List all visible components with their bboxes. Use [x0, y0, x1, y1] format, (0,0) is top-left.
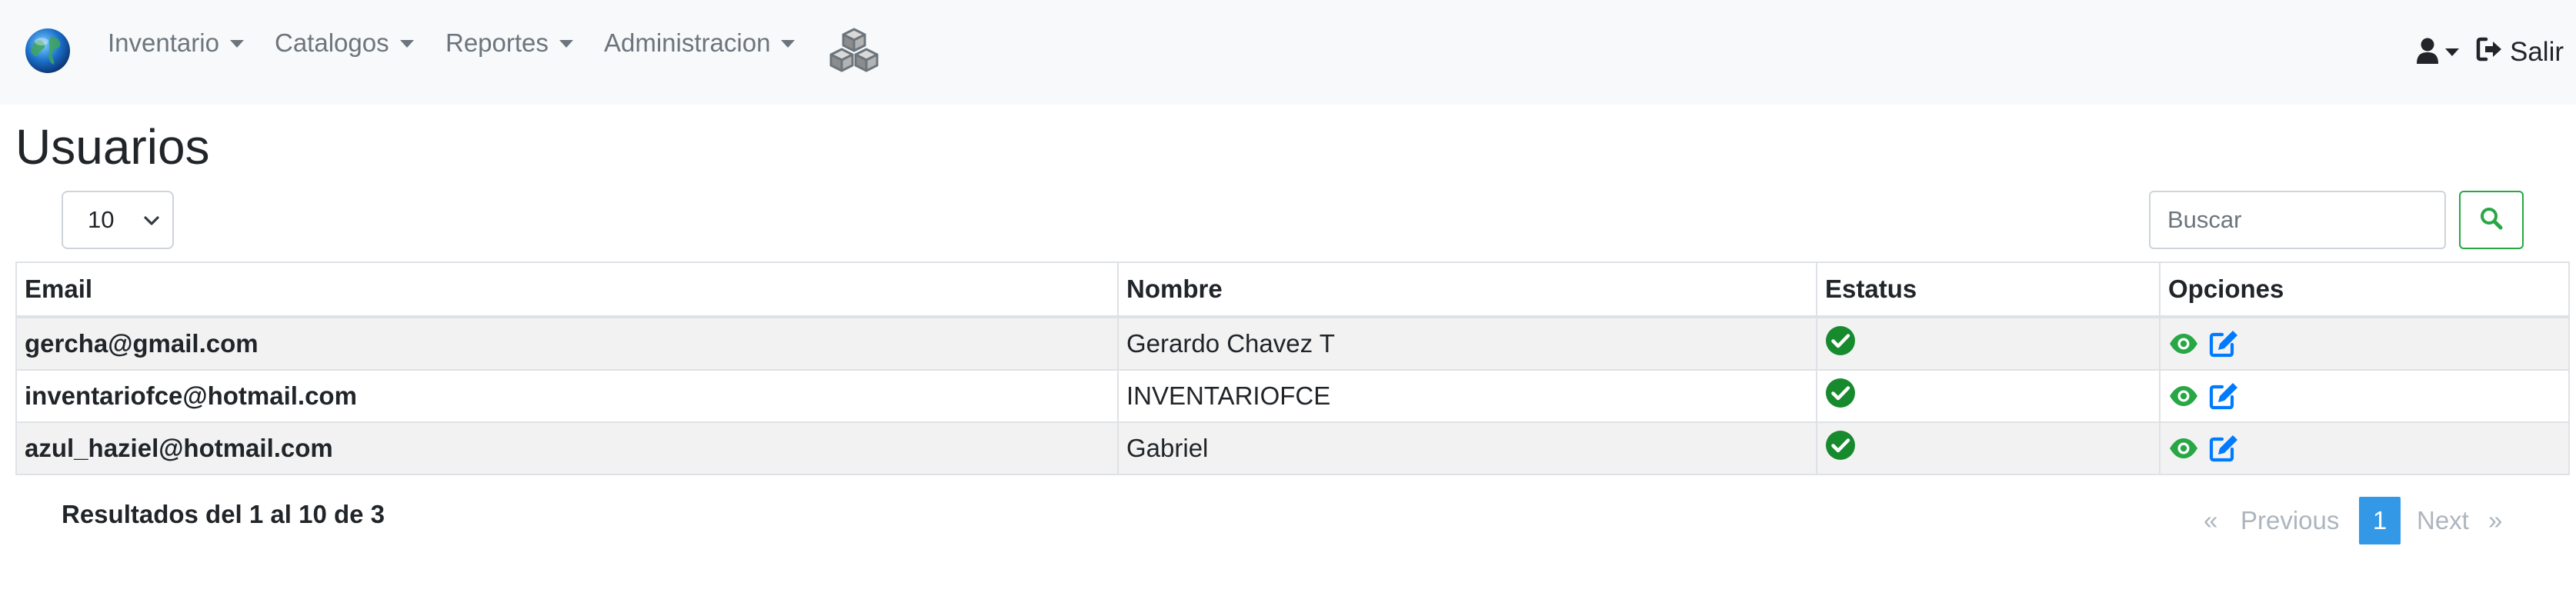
- caret-down-icon: [559, 40, 573, 48]
- globe-icon[interactable]: [23, 26, 72, 75]
- pagination-next-arrow[interactable]: »: [2488, 506, 2502, 535]
- cell-estatus: [1816, 421, 2161, 475]
- search-icon: [2479, 206, 2504, 235]
- nav-administracion-label: Administracion: [604, 28, 771, 57]
- cell-email: inventariofce@hotmail.com: [15, 369, 1119, 423]
- nav-inventario[interactable]: Inventario: [108, 25, 244, 62]
- sign-out-icon: [2476, 37, 2510, 68]
- boxes-icon[interactable]: [826, 26, 882, 75]
- edit-icon[interactable]: [2208, 329, 2239, 358]
- table-row: azul_haziel@hotmail.com Gabriel: [15, 421, 2570, 475]
- nav-reportes-label: Reportes: [445, 28, 549, 57]
- check-circle-icon: [1825, 431, 1856, 466]
- logout-label: Salir: [2510, 37, 2564, 67]
- navbar: Inventario Catalogos Reportes Administra…: [0, 0, 2576, 105]
- nav-catalogos-label: Catalogos: [275, 28, 389, 57]
- cell-email: azul_haziel@hotmail.com: [15, 421, 1119, 475]
- caret-down-icon: [781, 40, 796, 48]
- cell-estatus: [1816, 369, 2161, 423]
- header-opciones: Opciones: [2159, 261, 2570, 318]
- search-input[interactable]: [2149, 191, 2446, 249]
- table-row: inventariofce@hotmail.com INVENTARIOFCE: [15, 369, 2570, 423]
- pagination-page-1[interactable]: 1: [2359, 497, 2401, 544]
- nav-inventario-label: Inventario: [108, 28, 219, 57]
- cell-opciones: [2159, 316, 2570, 371]
- pagination-next[interactable]: Next: [2417, 506, 2469, 535]
- eye-icon[interactable]: [2168, 333, 2199, 355]
- chevron-down-icon: [143, 212, 160, 233]
- cell-estatus: [1816, 316, 2161, 371]
- table-row: gercha@gmail.com Gerardo Chavez T: [15, 316, 2570, 371]
- cell-nombre: INVENTARIOFCE: [1117, 369, 1817, 423]
- header-nombre: Nombre: [1117, 261, 1817, 318]
- cell-nombre: Gabriel: [1117, 421, 1817, 475]
- cell-nombre: Gerardo Chavez T: [1117, 316, 1817, 371]
- caret-down-icon: [2445, 48, 2459, 56]
- eye-icon[interactable]: [2168, 438, 2199, 459]
- cell-opciones: [2159, 421, 2570, 475]
- nav-reportes[interactable]: Reportes: [445, 25, 573, 62]
- header-estatus: Estatus: [1816, 261, 2161, 318]
- user-icon: [2416, 38, 2439, 68]
- users-table: Email Nombre Estatus Opciones gercha@gma…: [15, 261, 2570, 475]
- cell-opciones: [2159, 369, 2570, 423]
- pagination: « Previous 1 Next »: [0, 497, 2576, 544]
- page-size-value: 10: [88, 206, 115, 233]
- check-circle-icon: [1825, 378, 1856, 414]
- logout-link[interactable]: Salir: [2476, 34, 2564, 71]
- pagination-prev-arrow[interactable]: «: [2204, 506, 2217, 535]
- pagination-previous[interactable]: Previous: [2241, 506, 2339, 535]
- search-button[interactable]: [2459, 191, 2524, 249]
- table-header-row: Email Nombre Estatus Opciones: [15, 261, 2570, 318]
- nav-administracion[interactable]: Administracion: [604, 25, 796, 62]
- header-email: Email: [15, 261, 1119, 318]
- edit-icon[interactable]: [2208, 381, 2239, 411]
- edit-icon[interactable]: [2208, 434, 2239, 463]
- caret-down-icon: [229, 40, 244, 48]
- cell-email: gercha@gmail.com: [15, 316, 1119, 371]
- caret-down-icon: [399, 40, 414, 48]
- page-size-select[interactable]: 10: [62, 191, 174, 249]
- check-circle-icon: [1825, 326, 1856, 361]
- eye-icon[interactable]: [2168, 385, 2199, 407]
- user-menu[interactable]: [2416, 35, 2459, 69]
- nav-catalogos[interactable]: Catalogos: [275, 25, 414, 62]
- page-title: Usuarios: [15, 119, 210, 175]
